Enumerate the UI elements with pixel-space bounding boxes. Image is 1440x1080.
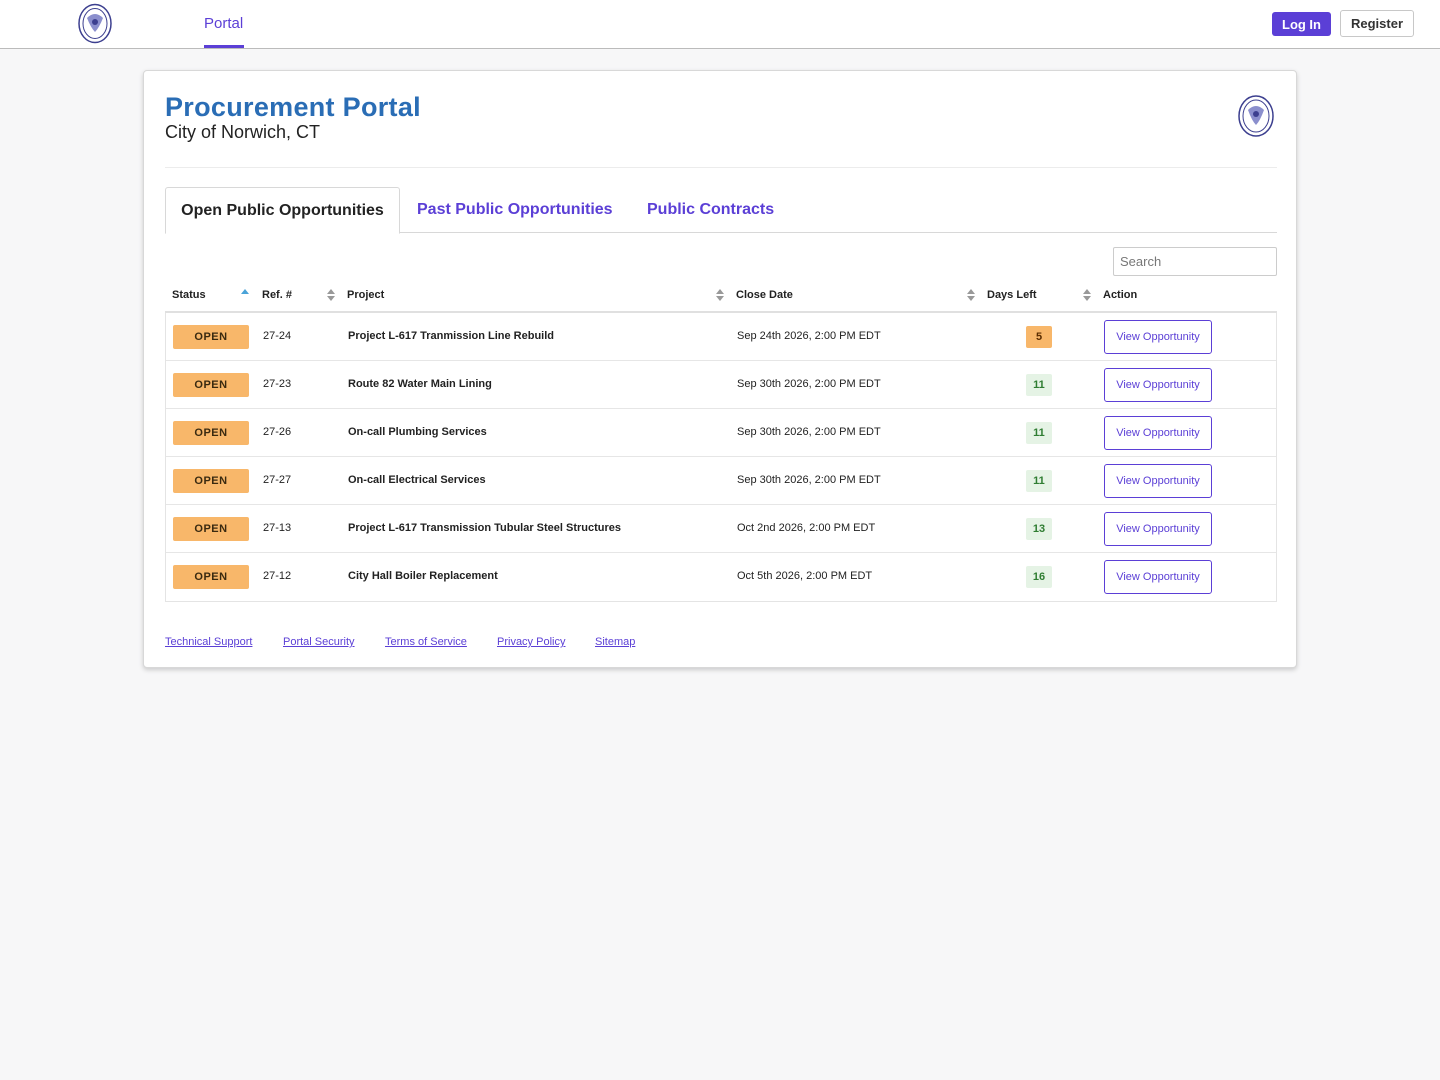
days-left-badge: 5 xyxy=(1026,326,1052,348)
close-date: Sep 30th 2026, 2:00 PM EDT xyxy=(737,474,881,486)
table-row: OPEN 27-26 On-call Plumbing Services Sep… xyxy=(166,409,1276,457)
nav-active-indicator xyxy=(204,45,244,48)
project-name: Project L-617 Transmission Tubular Steel… xyxy=(348,522,622,534)
footer-link-terms-of-service[interactable]: Terms of Service xyxy=(385,636,467,648)
ref-number: 27-26 xyxy=(263,426,292,438)
status-badge: OPEN xyxy=(173,421,249,445)
city-seal-logo[interactable] xyxy=(77,2,113,45)
view-opportunity-button[interactable]: View Opportunity xyxy=(1104,560,1212,594)
ref-number: 27-24 xyxy=(263,330,292,342)
table-row: OPEN 27-13 Project L-617 Transmission Tu… xyxy=(166,505,1276,553)
view-opportunity-button[interactable]: View Opportunity xyxy=(1104,512,1212,546)
footer-link-technical-support[interactable]: Technical Support xyxy=(165,636,252,648)
close-date: Oct 2nd 2026, 2:00 PM EDT xyxy=(737,522,876,534)
status-badge: OPEN xyxy=(173,325,249,349)
procurement-card: Procurement Portal City of Norwich, CT O… xyxy=(143,70,1297,668)
close-date: Sep 24th 2026, 2:00 PM EDT xyxy=(737,330,881,342)
project-name: On-call Electrical Services xyxy=(348,474,486,486)
sort-icon[interactable] xyxy=(327,288,335,302)
header-days-left[interactable]: Days Left xyxy=(987,289,1037,301)
view-opportunity-button[interactable]: View Opportunity xyxy=(1104,368,1212,402)
status-badge: OPEN xyxy=(173,373,249,397)
search-input[interactable] xyxy=(1113,247,1277,276)
ref-number: 27-13 xyxy=(263,522,292,534)
sort-icon[interactable] xyxy=(716,288,724,302)
days-left-badge: 16 xyxy=(1026,566,1052,588)
sort-icon[interactable] xyxy=(967,288,975,302)
ref-number: 27-27 xyxy=(263,474,292,486)
table-row: OPEN 27-23 Route 82 Water Main Lining Se… xyxy=(166,361,1276,409)
sort-asc-icon[interactable] xyxy=(241,288,249,302)
sort-icon[interactable] xyxy=(1083,288,1091,302)
status-badge: OPEN xyxy=(173,565,249,589)
header-status[interactable]: Status xyxy=(172,289,206,301)
days-left-badge: 13 xyxy=(1026,518,1052,540)
view-opportunity-button[interactable]: View Opportunity xyxy=(1104,464,1212,498)
project-name: On-call Plumbing Services xyxy=(348,426,487,438)
header-ref[interactable]: Ref. # xyxy=(262,289,292,301)
login-button[interactable]: Log In xyxy=(1272,12,1331,36)
ref-number: 27-12 xyxy=(263,570,292,582)
project-name: City Hall Boiler Replacement xyxy=(348,570,498,582)
footer-link-portal-security[interactable]: Portal Security xyxy=(283,636,355,648)
footer-link-sitemap[interactable]: Sitemap xyxy=(595,636,635,648)
footer-link-privacy-policy[interactable]: Privacy Policy xyxy=(497,636,565,648)
days-left-badge: 11 xyxy=(1026,374,1052,396)
table-row: OPEN 27-12 City Hall Boiler Replacement … xyxy=(166,553,1276,601)
project-name: Project L-617 Tranmission Line Rebuild xyxy=(348,330,554,342)
close-date: Sep 30th 2026, 2:00 PM EDT xyxy=(737,378,881,390)
ref-number: 27-23 xyxy=(263,378,292,390)
city-seal-icon xyxy=(1238,95,1274,137)
days-left-badge: 11 xyxy=(1026,470,1052,492)
close-date: Sep 30th 2026, 2:00 PM EDT xyxy=(737,426,881,438)
header-project[interactable]: Project xyxy=(347,289,384,301)
register-button[interactable]: Register xyxy=(1340,10,1414,37)
page-subtitle: City of Norwich, CT xyxy=(165,122,321,142)
opportunities-table-body: OPEN 27-24 Project L-617 Tranmission Lin… xyxy=(165,313,1277,602)
nav-portal-link[interactable]: Portal xyxy=(204,15,243,32)
status-badge: OPEN xyxy=(173,469,249,493)
view-opportunity-button[interactable]: View Opportunity xyxy=(1104,416,1212,450)
header-divider xyxy=(165,167,1277,168)
days-left-badge: 11 xyxy=(1026,422,1052,444)
page-title: Procurement Portal xyxy=(165,92,421,122)
status-badge: OPEN xyxy=(173,517,249,541)
view-opportunity-button[interactable]: View Opportunity xyxy=(1104,320,1212,354)
header-action: Action xyxy=(1103,289,1138,301)
tab-public-contracts[interactable]: Public Contracts xyxy=(647,187,774,233)
header-close-date[interactable]: Close Date xyxy=(736,289,793,301)
tab-open-opportunities[interactable]: Open Public Opportunities xyxy=(165,187,400,234)
table-row: OPEN 27-27 On-call Electrical Services S… xyxy=(166,457,1276,505)
table-header: Status Ref. # Project Close Date Days Le… xyxy=(165,283,1277,313)
top-nav: Portal Log In Register xyxy=(0,0,1440,49)
tab-past-opportunities[interactable]: Past Public Opportunities xyxy=(417,187,613,233)
tab-bar: Open Public Opportunities Past Public Op… xyxy=(165,187,1277,234)
table-row: OPEN 27-24 Project L-617 Tranmission Lin… xyxy=(166,313,1276,361)
close-date: Oct 5th 2026, 2:00 PM EDT xyxy=(737,570,873,582)
project-name: Route 82 Water Main Lining xyxy=(348,378,492,390)
